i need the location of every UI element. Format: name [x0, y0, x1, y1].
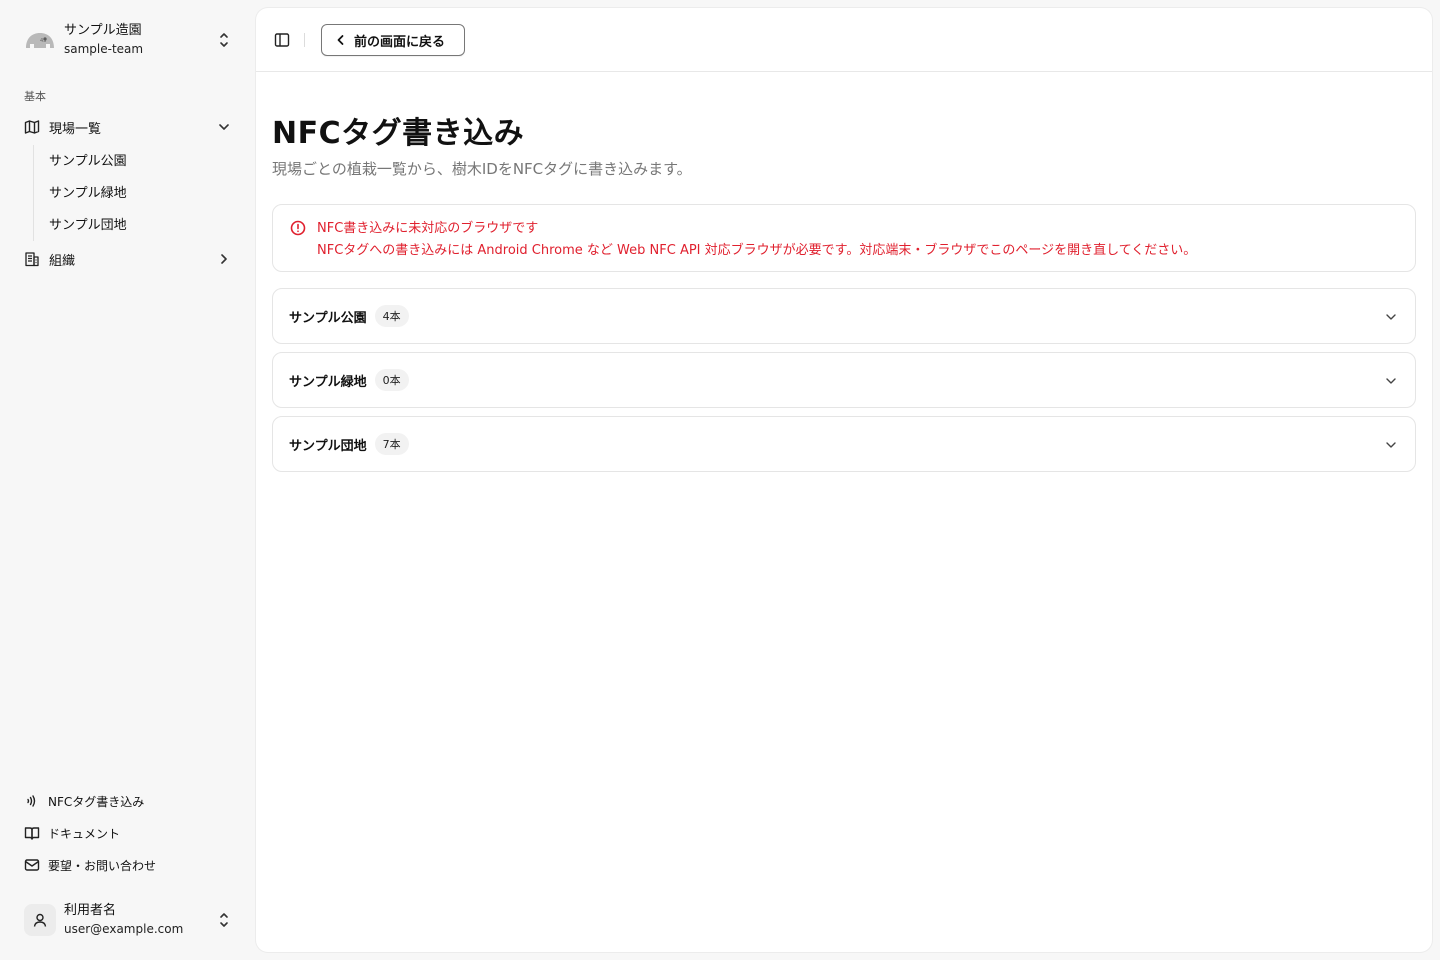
chevron-right-icon [216, 251, 232, 267]
footer-nav-nfc-label: NFCタグ書き込み [48, 794, 145, 809]
team-name: サンプル造園 [64, 23, 142, 38]
chevron-down-icon [216, 119, 232, 135]
user-menu[interactable]: 利用者名 user@example.com [16, 896, 240, 944]
main-panel: 前の画面に戻る NFCタグ書き込み 現場ごとの植栽一覧から、樹木IDをNFCタグ… [256, 8, 1432, 952]
topbar: 前の画面に戻る [256, 8, 1432, 72]
nav-item-org-label: 組織 [49, 253, 76, 269]
footer-nav-contact-label: 要望・お問い合わせ [48, 858, 157, 873]
tree-count-badge: 7本 [374, 433, 409, 455]
page-description: 現場ごとの植栽一覧から、樹木IDをNFCタグに書き込みます。 [272, 160, 692, 178]
alert-title: NFC書き込みに未対応のブラウザです [317, 221, 539, 236]
team-id: sample-team [64, 42, 144, 56]
back-button[interactable]: 前の画面に戻る [321, 24, 465, 56]
site-accordion-name: サンプル団地 [289, 438, 367, 454]
footer-nav-contact[interactable]: 要望・お問い合わせ [16, 851, 240, 879]
footer-nav-docs[interactable]: ドキュメント [16, 819, 240, 847]
site-accordion-2[interactable]: サンプル緑地 0本 [272, 352, 1416, 408]
nav-group-label: 基本 [24, 90, 46, 103]
chevron-down-icon [1383, 373, 1399, 389]
user-icon [24, 904, 56, 936]
user-name: 利用者名 [64, 903, 117, 918]
sidebar-item-site-3[interactable]: サンプル団地 [40, 209, 240, 237]
book-open-icon [24, 825, 40, 841]
nav-item-sites-label: 現場一覧 [49, 121, 102, 137]
panel-left-icon[interactable] [272, 30, 292, 50]
footer-nav-docs-label: ドキュメント [48, 826, 121, 841]
sub-nav-line [33, 145, 34, 241]
building-icon [24, 251, 40, 267]
team-switcher[interactable]: 43 サンプル造園 sample-team [16, 16, 240, 64]
site-accordion-1[interactable]: サンプル公園 4本 [272, 288, 1416, 344]
mail-icon [24, 857, 40, 873]
app: 43 サンプル造園 sample-team 基本 現場一覧 サンプル公園 サンプ… [0, 0, 1440, 960]
page-title: NFCタグ書き込み [272, 116, 525, 151]
tree-count-badge: 4本 [374, 305, 409, 327]
site-accordion-name: サンプル公園 [289, 310, 367, 326]
elephant-logo-icon: 43 [24, 24, 56, 56]
svg-text:43: 43 [40, 38, 46, 44]
topbar-divider [304, 33, 305, 47]
alert-body: NFCタグへの書き込みには Android Chrome など Web NFC … [317, 243, 1197, 258]
nav-item-org[interactable]: 組織 [16, 245, 240, 273]
chevrons-up-down-icon [216, 911, 232, 929]
alert-circle-icon [289, 219, 307, 237]
chevron-down-icon [1383, 309, 1399, 325]
footer-nav-nfc[interactable]: NFCタグ書き込み [16, 787, 240, 815]
back-button-label: 前の画面に戻る [354, 34, 446, 50]
site-accordion-name: サンプル緑地 [289, 374, 367, 390]
chevron-down-icon [1383, 437, 1399, 453]
sidebar: 43 サンプル造園 sample-team 基本 現場一覧 サンプル公園 サンプ… [0, 0, 256, 960]
chevron-left-icon [334, 33, 348, 47]
chevrons-up-down-icon [216, 31, 232, 49]
sidebar-item-site-2[interactable]: サンプル緑地 [40, 177, 240, 205]
map-icon [24, 119, 40, 135]
unsupported-browser-alert: NFC書き込みに未対応のブラウザです NFCタグへの書き込みには Android… [272, 204, 1416, 272]
nfc-icon [24, 793, 40, 809]
site-accordion-3[interactable]: サンプル団地 7本 [272, 416, 1416, 472]
tree-count-badge: 0本 [374, 369, 409, 391]
user-email: user@example.com [64, 922, 184, 936]
sidebar-item-site-1[interactable]: サンプル公園 [40, 145, 240, 173]
nav-item-sites[interactable]: 現場一覧 [16, 113, 240, 141]
